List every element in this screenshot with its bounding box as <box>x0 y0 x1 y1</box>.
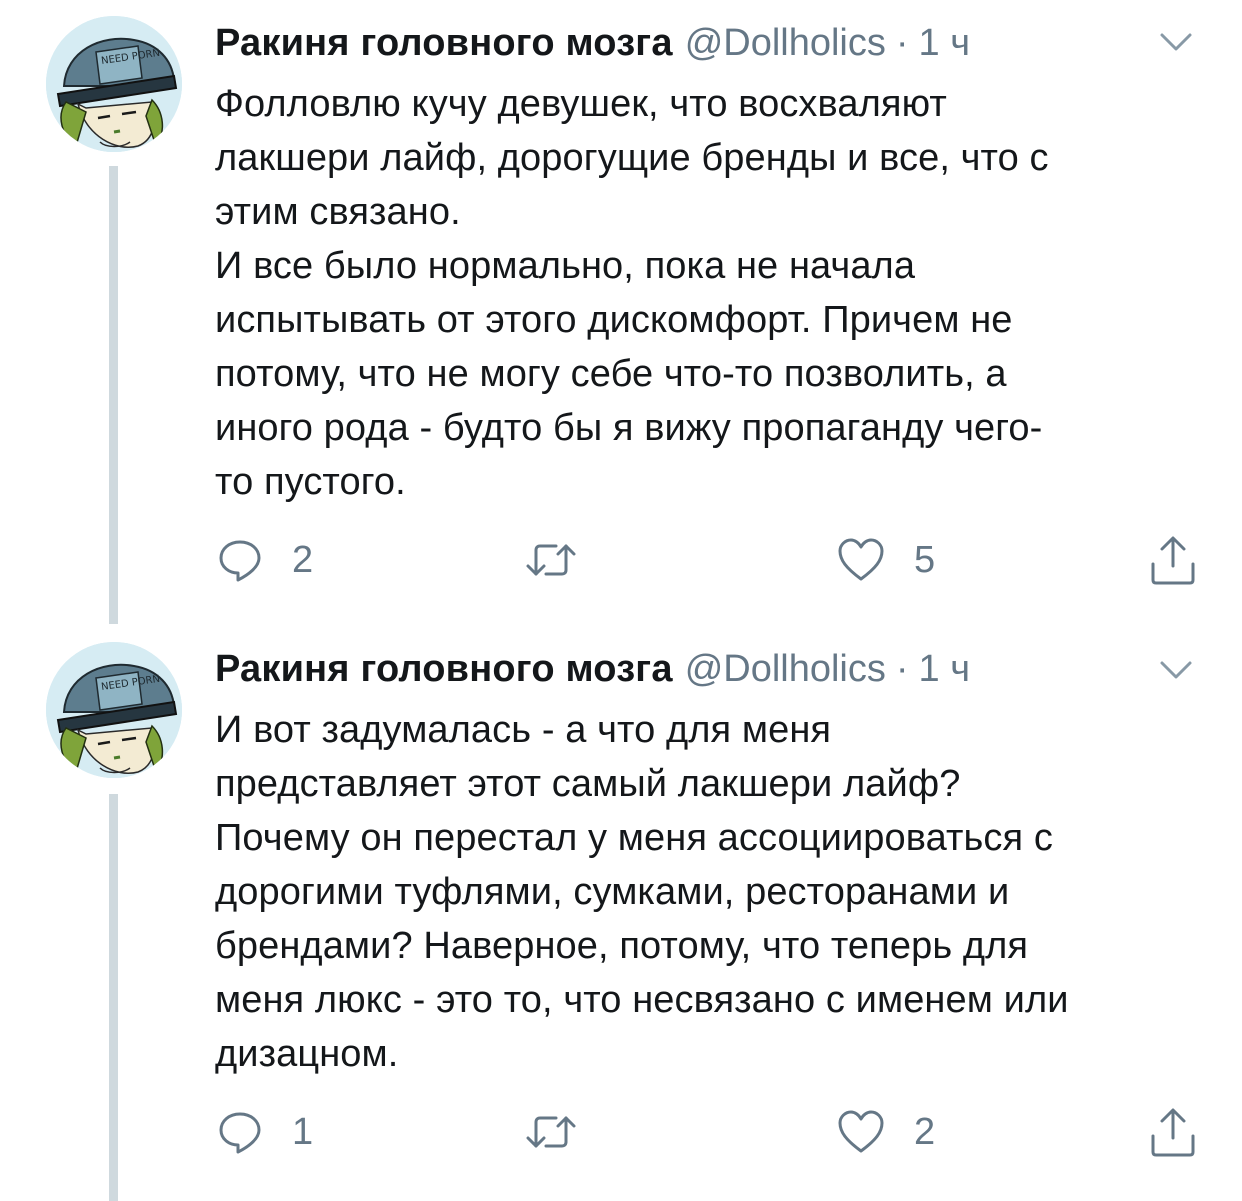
reply-button[interactable]: 1 <box>216 1102 313 1162</box>
share-button[interactable] <box>1148 1102 1198 1162</box>
tweet-thread: NEED PORN Ракиня головного мозга @Dollhol… <box>0 0 1242 1201</box>
reply-icon <box>219 540 261 582</box>
share-icon <box>1151 1108 1195 1157</box>
tweet-menu-button[interactable] <box>1158 658 1194 682</box>
separator-dot: · <box>895 22 909 64</box>
share-icon <box>1151 536 1195 585</box>
timestamp[interactable]: 1 ч <box>919 648 971 690</box>
tweet-header: Ракиня головного мозга @Dollholics · 1 ч <box>215 644 970 694</box>
retweet-button[interactable] <box>524 530 606 590</box>
heart-icon <box>838 1110 884 1153</box>
avatar[interactable]: NEED PORN <box>46 642 182 778</box>
retweet-button[interactable] <box>524 1102 606 1162</box>
share-button[interactable] <box>1148 530 1198 590</box>
reply-count: 1 <box>292 1110 314 1153</box>
display-name[interactable]: Ракиня головного мозга <box>215 22 673 64</box>
tweet[interactable]: NEED PORN Ракиня головного мозга @Dollhol… <box>0 0 1242 630</box>
tweet-actions: 1 2 <box>0 1102 1242 1162</box>
tweet-header: Ракиня головного мозга @Dollholics · 1 ч <box>215 18 970 68</box>
timestamp[interactable]: 1 ч <box>919 22 971 64</box>
retweet-icon <box>526 544 576 576</box>
avatar[interactable]: NEED PORN <box>46 16 182 152</box>
tweet-text: И вот задумалась - а что для меня предст… <box>215 709 1069 1075</box>
like-count: 2 <box>914 1110 936 1153</box>
user-handle[interactable]: @Dollholics <box>685 648 886 690</box>
user-handle[interactable]: @Dollholics <box>685 22 886 64</box>
separator-dot: · <box>895 648 909 690</box>
tweet-actions: 2 5 <box>0 530 1242 590</box>
like-count: 5 <box>914 538 936 581</box>
avatar-illustration: NEED PORN <box>46 16 182 152</box>
tweet[interactable]: NEED PORN Ракиня головного мозга @Dollhol… <box>0 630 1242 1201</box>
reply-button[interactable]: 2 <box>216 530 313 590</box>
retweet-icon <box>526 1116 576 1148</box>
tweet-menu-button[interactable] <box>1158 30 1194 54</box>
heart-icon <box>838 538 884 581</box>
display-name[interactable]: Ракиня головного мозга <box>215 648 673 690</box>
like-button[interactable]: 5 <box>836 530 935 590</box>
tweet-text: Фолловлю кучу девушек, что восхваляют ла… <box>215 83 1049 503</box>
reply-icon <box>219 1112 261 1154</box>
chevron-down-icon <box>1160 661 1192 679</box>
reply-count: 2 <box>292 538 314 581</box>
chevron-down-icon <box>1160 33 1192 51</box>
avatar-illustration: NEED PORN <box>46 642 182 778</box>
like-button[interactable]: 2 <box>836 1102 935 1162</box>
